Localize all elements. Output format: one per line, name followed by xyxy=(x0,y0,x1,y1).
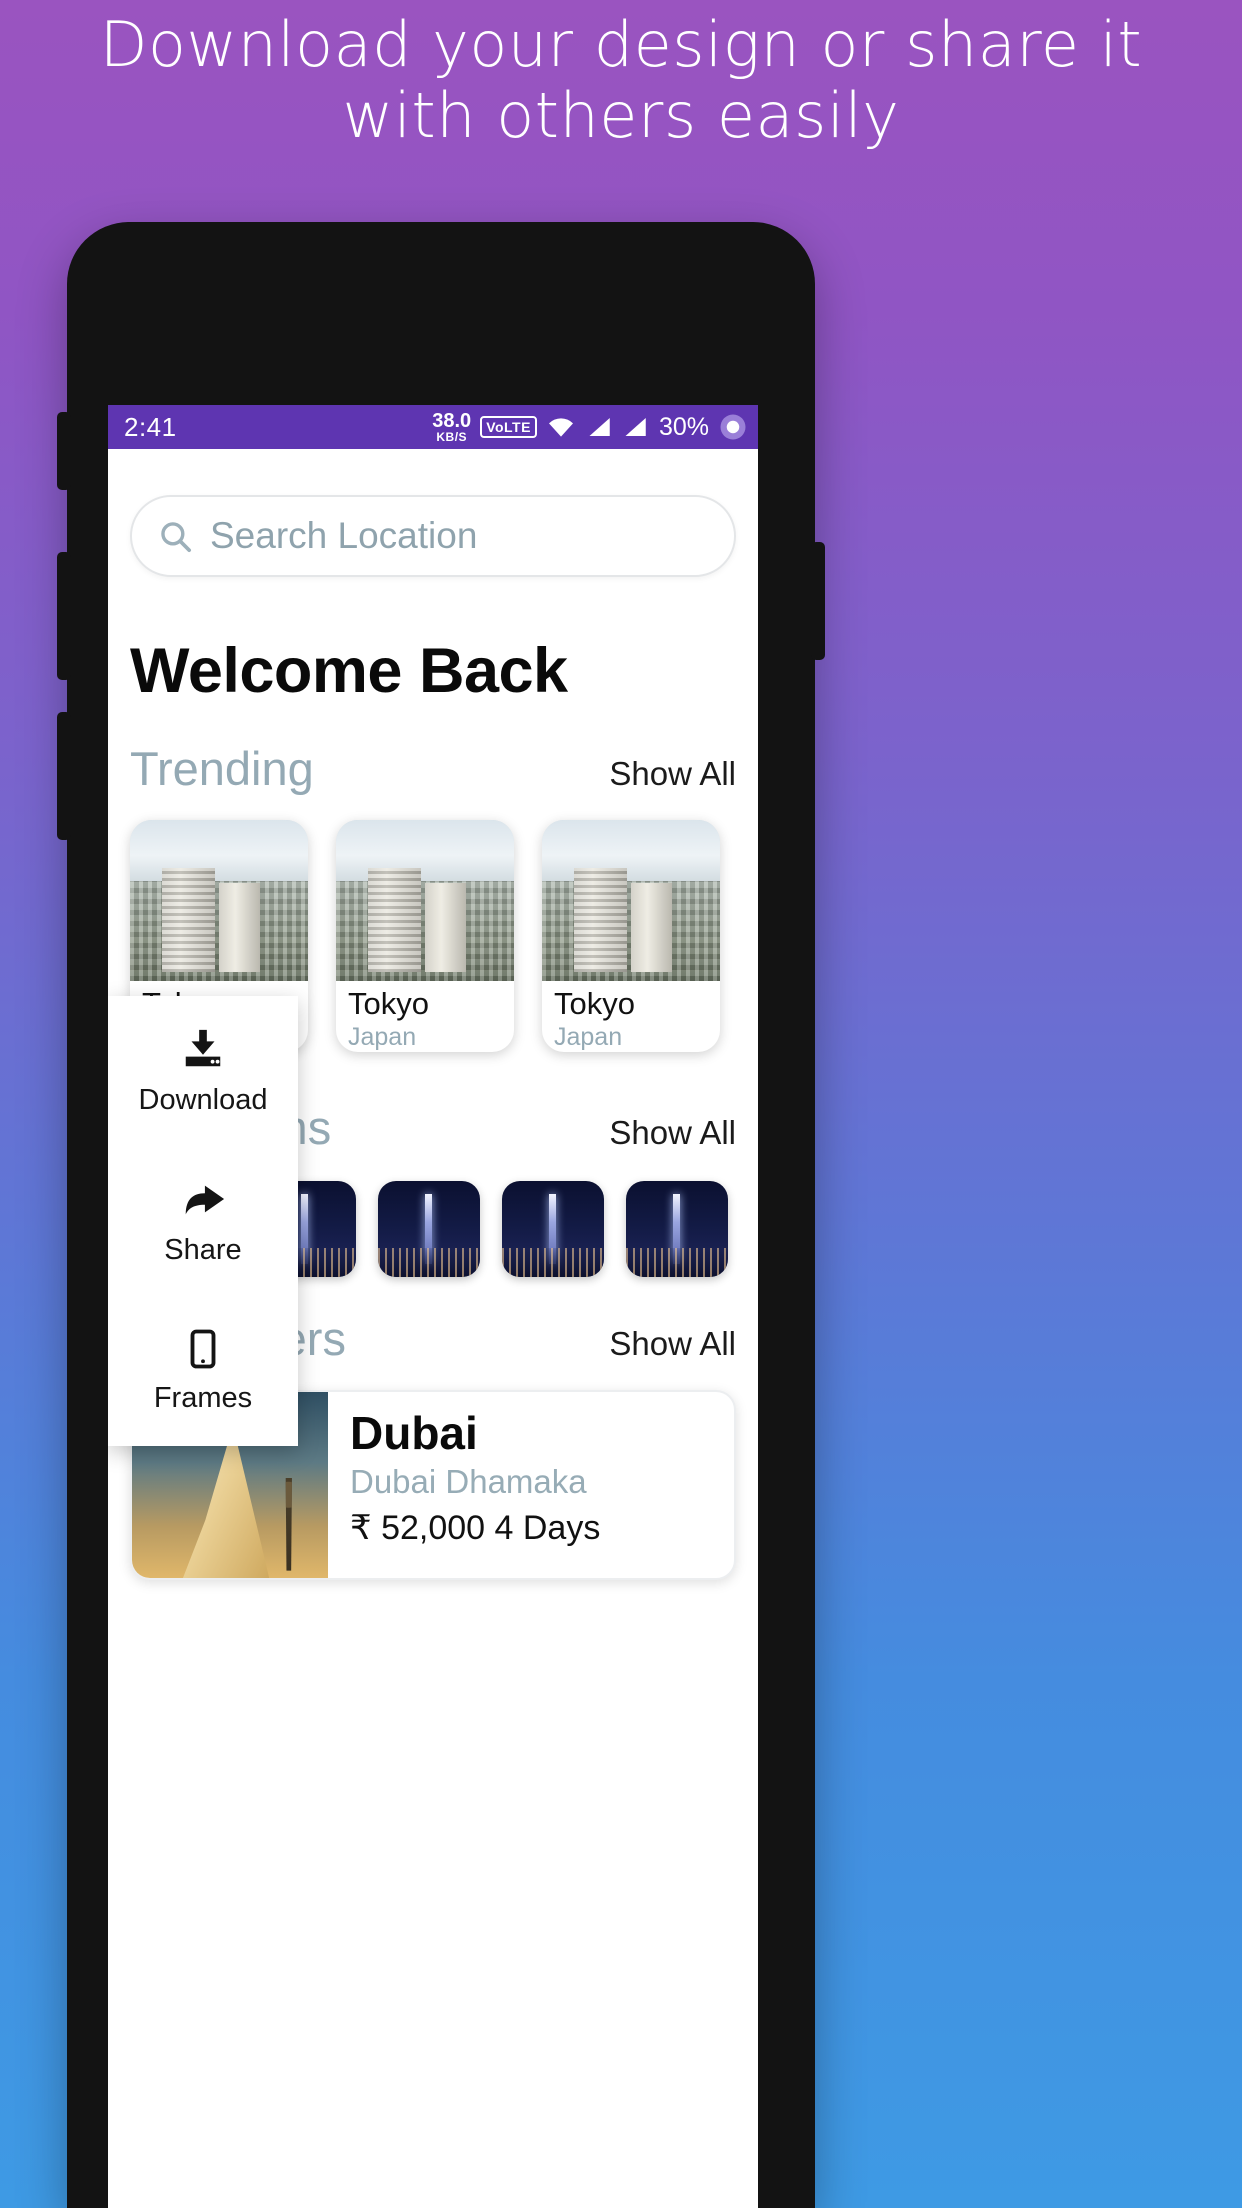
data-speed-unit: KB/S xyxy=(436,430,468,444)
phone-frame-icon xyxy=(182,1328,224,1370)
section-title-trending: Trending xyxy=(130,742,314,795)
show-all-offers-link[interactable]: Show All xyxy=(609,1325,736,1363)
phone-mockup: 2:41 38.0 KB/S VoLTE 30% Search Location… xyxy=(57,222,825,2208)
context-menu-item-download[interactable]: Download xyxy=(108,996,298,1146)
context-menu[interactable]: Download Share Frames xyxy=(108,996,298,1446)
phone-button-power xyxy=(811,542,825,660)
search-placeholder: Search Location xyxy=(210,515,478,556)
phone-button-silent xyxy=(57,412,71,490)
signal-bars-icon-secondary xyxy=(621,415,648,439)
search-input[interactable]: Search Location xyxy=(130,495,736,577)
signal-bars-icon xyxy=(585,415,612,439)
offer-price: ₹ 52,000 4 Days xyxy=(350,1508,601,1547)
context-menu-item-frames[interactable]: Frames xyxy=(108,1296,298,1446)
share-icon xyxy=(180,1176,226,1222)
card-image xyxy=(542,820,720,982)
page-title: Welcome Back xyxy=(130,636,568,706)
location-thumbnail[interactable] xyxy=(626,1181,728,1277)
context-menu-label: Download xyxy=(138,1083,268,1116)
phone-button-volume-down xyxy=(57,712,71,840)
promo-headline: Download your design or share it with ot… xyxy=(0,8,1242,152)
phone-button-volume-up xyxy=(57,552,71,680)
app-content: Search Location Welcome Back Trending Sh… xyxy=(108,495,758,2208)
context-menu-item-share[interactable]: Share xyxy=(108,1146,298,1296)
wifi-icon xyxy=(546,415,576,439)
trending-card[interactable]: Tokyo Japan xyxy=(336,820,514,1052)
offer-city: Dubai xyxy=(350,1407,478,1459)
location-thumbnail[interactable] xyxy=(502,1181,604,1277)
card-city: Tokyo xyxy=(554,986,635,1022)
show-all-trending-link[interactable]: Show All xyxy=(609,755,736,793)
context-menu-label: Share xyxy=(164,1233,242,1266)
battery-percent: 30% xyxy=(658,412,709,441)
status-bar: 2:41 38.0 KB/S VoLTE 30% xyxy=(108,405,758,449)
section-header-trending: Trending Show All xyxy=(130,741,736,796)
show-all-locations-link[interactable]: Show All xyxy=(609,1114,736,1152)
headline-line-2: with others easily xyxy=(342,78,900,152)
card-image xyxy=(130,820,308,982)
location-thumbnail[interactable] xyxy=(378,1181,480,1277)
card-country: Japan xyxy=(348,1023,417,1051)
trending-card[interactable]: Tokyo Japan xyxy=(542,820,720,1052)
context-menu-label: Frames xyxy=(153,1381,253,1414)
volte-badge: VoLTE xyxy=(480,415,537,439)
card-image xyxy=(336,820,514,982)
download-icon xyxy=(180,1026,226,1072)
phone-screen: 2:41 38.0 KB/S VoLTE 30% Search Location… xyxy=(108,405,758,2208)
data-speed-indicator: 38.0 KB/S xyxy=(432,411,471,443)
headline-line-1: Download your design or share it xyxy=(99,8,1143,81)
card-city: Tokyo xyxy=(348,986,429,1022)
offer-subtitle: Dubai Dhamaka xyxy=(350,1462,587,1500)
card-country: Japan xyxy=(554,1023,623,1051)
data-speed-value: 38.0 xyxy=(432,410,472,432)
status-time: 2:41 xyxy=(124,411,177,442)
battery-circle-icon xyxy=(718,412,748,442)
search-icon xyxy=(158,519,192,553)
